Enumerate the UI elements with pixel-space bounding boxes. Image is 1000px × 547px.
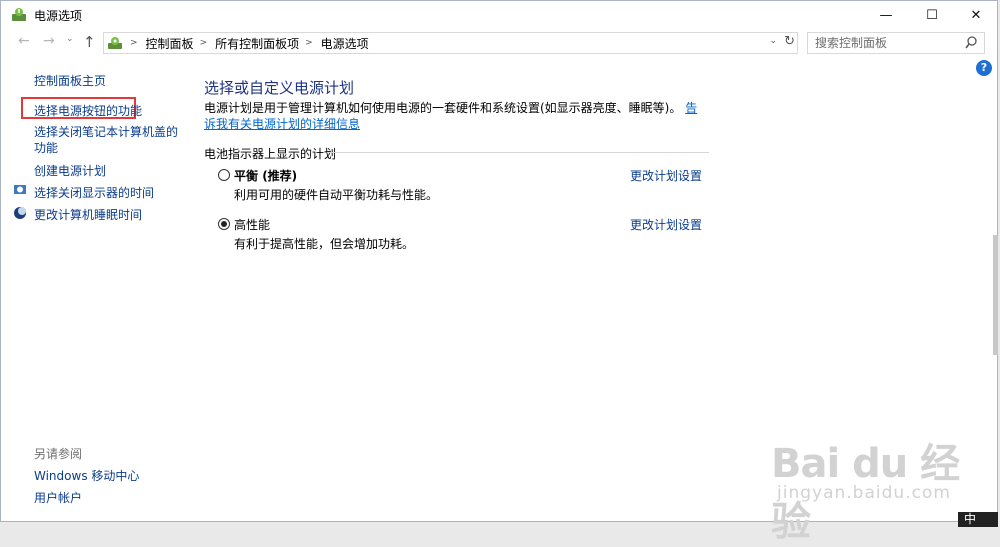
- sidebar-item-user-accounts[interactable]: 用户帐户: [34, 489, 82, 506]
- baidu-watermark: Bai du 经验 jingyan.baidu.com: [771, 431, 981, 545]
- group-heading: 电池指示器上显示的计划: [204, 147, 337, 161]
- back-arrow-icon[interactable]: ←: [18, 33, 30, 49]
- group-divider: [327, 152, 709, 153]
- refresh-icon[interactable]: ↻: [784, 34, 795, 49]
- ime-indicator[interactable]: 中: [958, 512, 998, 527]
- description-text: 电源计划是用于管理计算机如何使用电源的一套硬件和系统设置(如显示器亮度、睡眠等)…: [204, 101, 682, 115]
- window-title: 电源选项: [34, 9, 83, 23]
- search-box[interactable]: [807, 32, 985, 54]
- display-clock-icon: [14, 185, 26, 194]
- minimize-button[interactable]: —: [863, 1, 909, 29]
- help-icon[interactable]: ?: [976, 60, 992, 76]
- sidebar-item-lid-close[interactable]: 选择关闭笔记本计算机盖的功能: [34, 124, 179, 156]
- radio-high-performance[interactable]: [218, 218, 230, 230]
- page-title: 选择或自定义电源计划: [204, 79, 355, 97]
- search-icon[interactable]: [965, 36, 977, 50]
- forward-arrow-icon[interactable]: →: [43, 33, 55, 49]
- plan-desc-high-performance: 有利于提高性能，但会增加功耗。: [234, 237, 415, 251]
- address-bar[interactable]: > 控制面板 > 所有控制面板项 > 电源选项 ⌄ ↻: [103, 32, 798, 54]
- title-bar[interactable]: 电源选项 — ☐ ✕: [1, 1, 997, 29]
- maximize-button[interactable]: ☐: [909, 1, 955, 29]
- power-options-icon: [12, 8, 26, 21]
- sidebar-item-mobility-center[interactable]: Windows 移动中心: [34, 467, 139, 484]
- navigation-bar: ← → ⌄ ↑ > 控制面板 > 所有控制面板项 > 电源选项 ⌄ ↻: [1, 29, 997, 57]
- plan-desc-balanced: 利用可用的硬件自动平衡功耗与性能。: [234, 188, 439, 202]
- sidebar-item-control-panel-home[interactable]: 控制面板主页: [34, 72, 106, 89]
- power-options-window: 电源选项 — ☐ ✕ ← → ⌄ ↑ > 控制面板 > 所有控制面板项 > 电源…: [0, 0, 998, 545]
- chevron-right-icon[interactable]: >: [305, 38, 313, 48]
- breadcrumb-control-panel[interactable]: 控制面板: [146, 35, 194, 52]
- chevron-right-icon[interactable]: >: [200, 38, 208, 48]
- change-plan-settings-high-performance[interactable]: 更改计划设置: [630, 216, 702, 233]
- close-button[interactable]: ✕: [953, 1, 999, 29]
- plan-tag-recommended: (推荐): [258, 169, 298, 183]
- plan-name-balanced[interactable]: 平衡 (推荐): [234, 167, 297, 184]
- scrollbar-edge[interactable]: [993, 235, 998, 355]
- sidebar-item-power-button[interactable]: 选择电源按钮的功能: [34, 102, 142, 119]
- control-panel-icon: [108, 37, 122, 49]
- sidebar: 控制面板主页 选择电源按钮的功能 选择关闭笔记本计算机盖的功能 创建电源计划 选…: [1, 57, 179, 523]
- chevron-down-icon[interactable]: ⌄: [769, 36, 777, 46]
- search-input[interactable]: [808, 33, 958, 53]
- sleep-moon-icon: [14, 207, 26, 219]
- plan-name-high-performance[interactable]: 高性能: [234, 216, 270, 233]
- page-description: 电源计划是用于管理计算机如何使用电源的一套硬件和系统设置(如显示器亮度、睡眠等)…: [204, 100, 709, 132]
- watermark-url: jingyan.baidu.com: [777, 483, 951, 503]
- change-plan-settings-balanced[interactable]: 更改计划设置: [630, 167, 702, 184]
- see-also-heading: 另请参阅: [34, 447, 83, 461]
- up-arrow-icon[interactable]: ↑: [83, 33, 96, 51]
- breadcrumb-power-options[interactable]: 电源选项: [321, 35, 369, 52]
- radio-balanced[interactable]: [218, 169, 230, 181]
- chevron-right-icon: >: [130, 38, 138, 48]
- breadcrumb-all-items[interactable]: 所有控制面板项: [215, 35, 299, 52]
- sidebar-item-display-off[interactable]: 选择关闭显示器的时间: [34, 184, 154, 201]
- sidebar-item-create-plan[interactable]: 创建电源计划: [34, 162, 106, 179]
- recent-locations-icon[interactable]: ⌄: [66, 34, 74, 44]
- sidebar-item-sleep-time[interactable]: 更改计算机睡眠时间: [34, 206, 142, 223]
- plan-title-balanced: 平衡: [234, 169, 259, 183]
